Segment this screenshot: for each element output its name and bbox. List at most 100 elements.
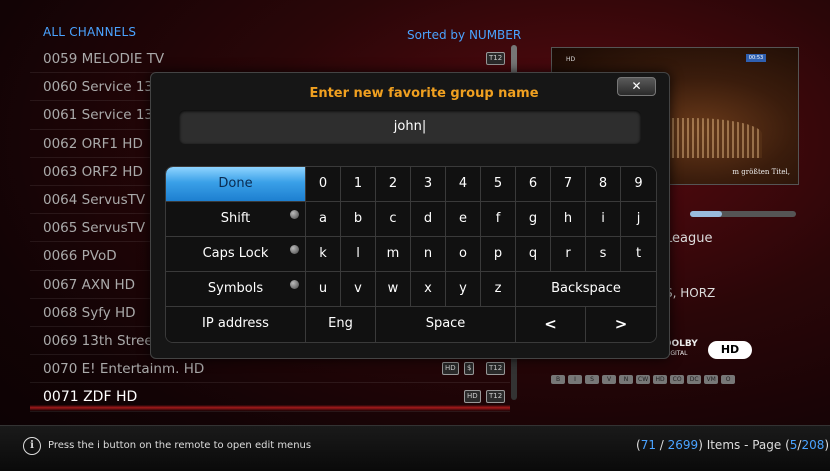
key-f[interactable]: f bbox=[481, 202, 516, 237]
caps-lock-indicator-icon bbox=[290, 245, 299, 254]
key-b[interactable]: b bbox=[341, 202, 376, 237]
onscreen-keyboard: Done Shift Caps Lock Symbols IP address … bbox=[165, 166, 657, 343]
channel-label: 0066 PVoD bbox=[43, 248, 117, 265]
feature-icon: HD bbox=[653, 375, 668, 384]
group-name-input[interactable]: john| bbox=[179, 110, 641, 144]
feature-icon: O bbox=[721, 375, 736, 384]
space-key[interactable]: Space bbox=[376, 307, 516, 342]
event-tech-info: S, HORZ bbox=[665, 286, 716, 300]
page-current: 5 bbox=[789, 438, 798, 452]
key-p[interactable]: p bbox=[481, 237, 516, 272]
key-h[interactable]: h bbox=[551, 202, 586, 237]
channel-row[interactable]: 0071 ZDF HD T12 HD bbox=[30, 383, 510, 412]
channel-badge: T12 bbox=[486, 52, 506, 65]
key-r[interactable]: r bbox=[551, 237, 586, 272]
current-item: 71 bbox=[640, 438, 656, 452]
key-8[interactable]: 8 bbox=[586, 167, 621, 202]
key-y[interactable]: y bbox=[446, 272, 481, 307]
feature-icons: B I S V N CW HD CO DC VM O bbox=[551, 375, 736, 385]
key-g[interactable]: g bbox=[516, 202, 551, 237]
key-w[interactable]: w bbox=[376, 272, 411, 307]
channel-label: 0071 ZDF HD bbox=[43, 389, 138, 406]
key-x[interactable]: x bbox=[411, 272, 446, 307]
key-4[interactable]: 4 bbox=[446, 167, 481, 202]
key-u[interactable]: u bbox=[306, 272, 341, 307]
language-key[interactable]: Eng bbox=[306, 307, 376, 342]
channel-row[interactable]: 0070 E! Entertainm. HD T12 $ HD bbox=[30, 355, 510, 383]
feature-icon: I bbox=[568, 375, 582, 384]
caps-lock-key[interactable]: Caps Lock bbox=[166, 237, 306, 272]
key-t[interactable]: t bbox=[621, 237, 656, 272]
channel-label: 0061 Service 13 bbox=[43, 107, 154, 124]
hint-text: Press the i button on the remote to open… bbox=[48, 440, 312, 451]
channel-label: 0068 Syfy HD bbox=[43, 304, 136, 321]
channel-label: 0064 ServusTV bbox=[43, 192, 146, 208]
key-0[interactable]: 0 bbox=[306, 167, 341, 202]
key-n[interactable]: n bbox=[411, 237, 446, 272]
key-7[interactable]: 7 bbox=[551, 167, 586, 202]
event-title: League bbox=[665, 231, 713, 246]
key-m[interactable]: m bbox=[376, 237, 411, 272]
close-button[interactable]: ✕ bbox=[617, 77, 656, 96]
key-3[interactable]: 3 bbox=[411, 167, 446, 202]
shift-key-label: Shift bbox=[220, 211, 251, 226]
key-9[interactable]: 9 bbox=[621, 167, 656, 202]
preview-caption: m größten Titel, bbox=[732, 168, 790, 176]
symbols-key[interactable]: Symbols bbox=[166, 272, 306, 307]
channel-logo: HD bbox=[566, 56, 576, 63]
hd-badge: HD bbox=[708, 341, 752, 359]
row-divider bbox=[30, 410, 510, 412]
channel-badge: HD bbox=[442, 362, 459, 376]
key-v[interactable]: v bbox=[341, 272, 376, 307]
key-i[interactable]: i bbox=[586, 202, 621, 237]
symbols-key-label: Symbols bbox=[207, 281, 264, 296]
key-1[interactable]: 1 bbox=[341, 167, 376, 202]
channel-label: 0059 MELODIE TV bbox=[43, 51, 165, 67]
shift-indicator-icon bbox=[290, 210, 299, 219]
channel-label: 0065 ServusTV bbox=[43, 220, 146, 237]
caps-lock-key-label: Caps Lock bbox=[202, 246, 269, 261]
page-info: (71 / 2699) Items - Page (5/208) bbox=[636, 438, 830, 452]
key-d[interactable]: d bbox=[411, 202, 446, 237]
list-title: ALL CHANNELS bbox=[43, 25, 137, 39]
feature-icon: CW bbox=[636, 375, 651, 384]
backspace-key[interactable]: Backspace bbox=[516, 272, 656, 307]
shift-key[interactable]: Shift bbox=[166, 202, 306, 237]
sort-label: Sorted by NUMBER bbox=[407, 28, 522, 42]
done-key[interactable]: Done bbox=[166, 167, 306, 202]
channel-row[interactable]: 0059 MELODIE TV T12 bbox=[30, 45, 510, 73]
key-z[interactable]: z bbox=[481, 272, 516, 307]
channel-label: 0060 Service 13 bbox=[43, 79, 154, 96]
key-c[interactable]: c bbox=[376, 202, 411, 237]
key-q[interactable]: q bbox=[516, 237, 551, 272]
event-progress bbox=[690, 211, 796, 217]
channel-label: 0062 ORF1 HD bbox=[43, 135, 143, 152]
key-e[interactable]: e bbox=[446, 202, 481, 237]
ip-address-key[interactable]: IP address bbox=[166, 307, 306, 342]
key-j[interactable]: j bbox=[621, 202, 656, 237]
info-icon: i bbox=[23, 437, 41, 455]
feature-icon: DC bbox=[687, 375, 702, 384]
feature-icon: CO bbox=[670, 375, 685, 384]
key-o[interactable]: o bbox=[446, 237, 481, 272]
key-5[interactable]: 5 bbox=[481, 167, 516, 202]
feature-icon: B bbox=[551, 375, 565, 384]
channel-label: 0063 ORF2 HD bbox=[43, 163, 143, 180]
key-s[interactable]: s bbox=[586, 237, 621, 272]
feature-icon: V bbox=[602, 375, 616, 384]
channel-label: 0067 AXN HD bbox=[43, 276, 136, 293]
key-2[interactable]: 2 bbox=[376, 167, 411, 202]
cursor-right-key[interactable]: > bbox=[586, 307, 656, 342]
key-k[interactable]: k bbox=[306, 237, 341, 272]
dialog-title: Enter new favorite group name bbox=[309, 86, 539, 101]
channel-label: 0069 13th Stree bbox=[43, 333, 153, 349]
feature-icon: S bbox=[585, 375, 599, 384]
key-l[interactable]: l bbox=[341, 237, 376, 272]
channel-badge: HD bbox=[464, 390, 481, 404]
items-label: Items - Page bbox=[706, 438, 782, 452]
cursor-left-key[interactable]: < bbox=[516, 307, 586, 342]
key-a[interactable]: a bbox=[306, 202, 341, 237]
channel-badge: T12 bbox=[486, 390, 506, 404]
key-6[interactable]: 6 bbox=[516, 167, 551, 202]
channel-label: 0070 E! Entertainm. HD bbox=[43, 361, 205, 378]
